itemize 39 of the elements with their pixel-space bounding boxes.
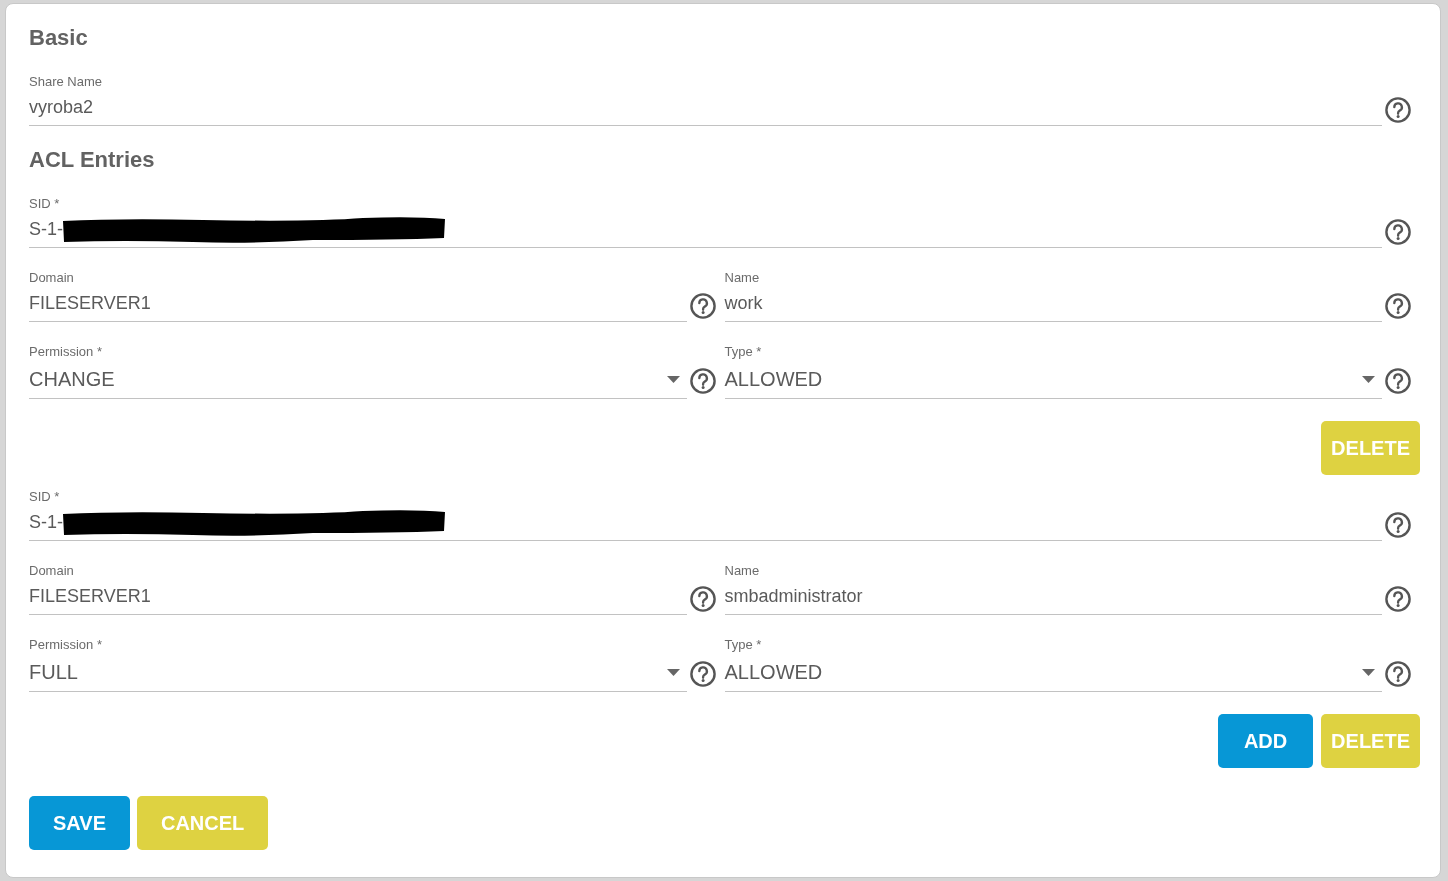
help-icon[interactable]: [689, 368, 716, 394]
select-field[interactable]: FULL: [29, 653, 687, 692]
help-icon[interactable]: [1385, 368, 1411, 394]
help-icon[interactable]: [689, 661, 716, 687]
field-label: Type *: [724, 637, 762, 653]
help-icon[interactable]: [689, 293, 716, 319]
field-label: SID *: [29, 489, 60, 505]
text-field[interactable]: work: [724, 286, 1382, 322]
field-label: Type *: [724, 344, 762, 360]
field-label: SID *: [29, 196, 60, 212]
field-label: Domain: [29, 270, 74, 286]
field-label: Permission *: [29, 344, 102, 360]
text-field[interactable]: S-1-: [29, 505, 1382, 541]
help-icon[interactable]: [1385, 219, 1411, 245]
caret-icon: [666, 668, 680, 676]
caret-icon: [1362, 375, 1375, 383]
caret-icon: [666, 375, 680, 383]
help-icon[interactable]: [1385, 586, 1411, 612]
help-icon[interactable]: [1385, 661, 1411, 687]
select-field[interactable]: ALLOWED: [724, 360, 1382, 399]
field-label: Permission *: [29, 637, 102, 653]
text-field[interactable]: FILESERVER1: [29, 286, 687, 322]
field-label: Name: [724, 563, 760, 579]
caret-icon: [1362, 668, 1375, 676]
select-field[interactable]: CHANGE: [29, 360, 687, 399]
text-field[interactable]: vyroba2: [29, 90, 1382, 126]
text-field[interactable]: FILESERVER1: [29, 579, 687, 615]
select-field[interactable]: ALLOWED: [724, 653, 1382, 692]
field-label: Share Name: [29, 74, 102, 90]
section-heading: ACL Entries: [29, 147, 156, 173]
help-icon[interactable]: [1385, 512, 1411, 538]
text-field[interactable]: smbadministrator: [724, 579, 1382, 615]
help-icon[interactable]: [1385, 293, 1411, 319]
section-heading: Basic: [29, 25, 89, 51]
help-icon[interactable]: [689, 586, 716, 612]
field-label: Name: [724, 270, 760, 286]
help-icon[interactable]: [1385, 97, 1411, 123]
field-label: Domain: [29, 563, 74, 579]
text-field[interactable]: S-1-: [29, 212, 1382, 248]
